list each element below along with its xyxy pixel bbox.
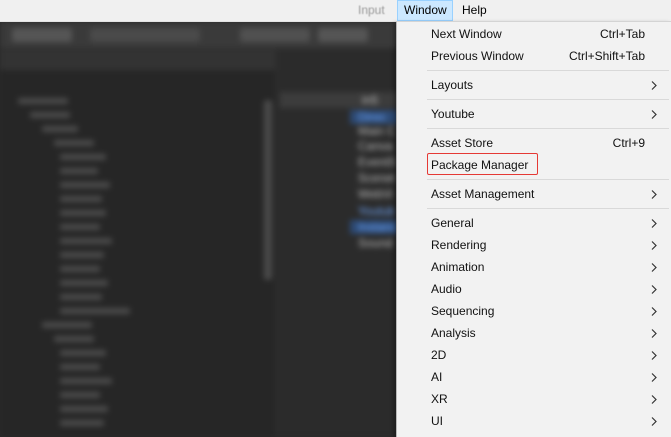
shortcut-label: Ctrl+9 (612, 136, 645, 150)
menu-item-previous-window[interactable]: Previous Window Ctrl+Shift+Tab (397, 45, 671, 67)
chevron-right-icon (651, 300, 659, 322)
chevron-right-icon (651, 103, 659, 125)
menu-separator (427, 99, 669, 100)
menu-item-label: XR (431, 392, 448, 406)
hierarchy-item: Main C (358, 124, 397, 138)
menu-bar: Input Window Help (0, 0, 671, 22)
shortcut-label: Ctrl+Shift+Tab (568, 49, 645, 63)
chevron-right-icon (651, 183, 659, 205)
window-menu-dropdown: Next Window Ctrl+Tab Previous Window Ctr… (396, 21, 671, 437)
chevron-right-icon (651, 74, 659, 96)
menu-separator (427, 179, 669, 180)
menu-item-ai[interactable]: AI (397, 366, 671, 388)
menu-item-2d[interactable]: 2D (397, 344, 671, 366)
hierarchy-item: Instanc (358, 220, 397, 234)
menu-item-audio[interactable]: Audio (397, 278, 671, 300)
menu-item-label: Youtube (431, 107, 475, 121)
menu-item-next-window[interactable]: Next Window Ctrl+Tab (397, 23, 671, 45)
menu-item-label: AI (431, 370, 443, 384)
hierarchy-item: WebVi (358, 187, 393, 201)
menu-item-label: Next Window (431, 27, 502, 41)
hierarchy-item: Canva (358, 139, 393, 153)
hierarchy-item: Youtub (358, 204, 395, 218)
menu-window[interactable]: Window (397, 0, 453, 21)
chevron-right-icon (651, 322, 659, 344)
menu-separator (427, 128, 669, 129)
chevron-right-icon (651, 344, 659, 366)
chevron-right-icon (651, 234, 659, 256)
menu-item-label: Analysis (431, 326, 476, 340)
menu-item-ui[interactable]: UI (397, 410, 671, 432)
chevron-right-icon (651, 388, 659, 410)
menu-item-label: Asset Store (431, 136, 494, 150)
hierarchy-item: Direc (358, 110, 387, 124)
menu-item-analysis[interactable]: Analysis (397, 322, 671, 344)
hierarchy-item: EventS (358, 155, 397, 169)
menu-item-rendering[interactable]: Rendering (397, 234, 671, 256)
chevron-right-icon (651, 410, 659, 432)
menu-item-asset-management[interactable]: Asset Management (397, 183, 671, 205)
hierarchy-item: Sound (358, 236, 393, 250)
project-panel (0, 50, 275, 437)
chevron-right-icon (651, 278, 659, 300)
menu-separator (427, 208, 669, 209)
menu-item-label: Previous Window (431, 49, 524, 63)
menu-item-xr[interactable]: XR (397, 388, 671, 410)
menu-item-youtube[interactable]: Youtube (397, 103, 671, 125)
menu-item-layouts[interactable]: Layouts (397, 74, 671, 96)
chevron-right-icon (651, 256, 659, 278)
menu-item-label: 2D (431, 348, 447, 362)
menu-item-label: UI (431, 414, 443, 428)
chevron-right-icon (651, 366, 659, 388)
menu-item-animation[interactable]: Animation (397, 256, 671, 278)
menu-item-sequencing[interactable]: Sequencing (397, 300, 671, 322)
hierarchy-scene-name: in5 (362, 93, 379, 107)
shortcut-label: Ctrl+Tab (599, 27, 645, 41)
chevron-right-icon (651, 212, 659, 234)
menu-item-general[interactable]: General (397, 212, 671, 234)
menu-item-asset-store[interactable]: Asset Store Ctrl+9 (397, 132, 671, 154)
menu-item-label: Layouts (431, 78, 474, 92)
menu-item-label: General (431, 216, 474, 230)
package-manager-highlight-box (427, 153, 538, 175)
menu-item-label: Rendering (431, 238, 487, 252)
menu-separator (427, 70, 669, 71)
menu-item-label: Asset Management (431, 187, 535, 201)
hierarchy-item: Scenet (358, 171, 396, 185)
menu-input[interactable]: Input (352, 0, 391, 21)
menu-help[interactable]: Help (456, 0, 493, 21)
menu-item-label: Sequencing (431, 304, 495, 318)
menu-item-label: Animation (431, 260, 485, 274)
menu-item-label: Audio (431, 282, 462, 296)
